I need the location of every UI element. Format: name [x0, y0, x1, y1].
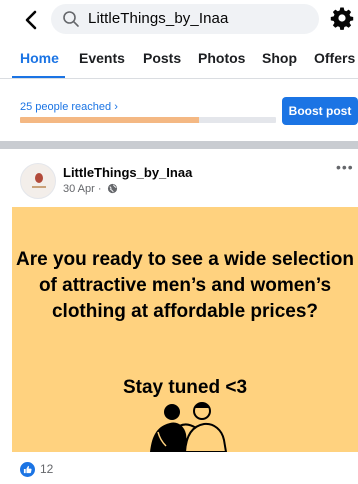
boost-post-button[interactable]: Boost post: [282, 97, 358, 125]
search-query[interactable]: LittleThings_by_Inaa: [88, 10, 228, 27]
post-image-headline: Are you ready to see a wide selection of…: [16, 249, 354, 322]
tab-events[interactable]: Events: [79, 50, 125, 66]
section-separator: [0, 141, 358, 149]
tab-photos[interactable]: Photos: [198, 50, 245, 66]
search-icon: [63, 11, 79, 27]
post-date: 30 Apr ·: [63, 183, 102, 195]
tab-offers[interactable]: Offers: [314, 50, 355, 66]
tab-posts[interactable]: Posts: [143, 50, 181, 66]
people-reached-link[interactable]: 25 people reached ›: [20, 101, 118, 113]
reactions-summary[interactable]: 12: [20, 461, 53, 477]
post-meta: 30 Apr ·: [63, 183, 118, 195]
like-icon: [20, 461, 35, 477]
tabs-divider: [0, 78, 358, 79]
page-tabs: Home Events Posts Photos Shop Offers: [0, 42, 358, 78]
tab-home[interactable]: Home: [20, 50, 59, 66]
page-name[interactable]: LittleThings_by_Inaa: [63, 165, 192, 180]
back-arrow-icon[interactable]: [20, 8, 44, 32]
reach-progress-fill: [20, 117, 200, 123]
tab-shop[interactable]: Shop: [262, 50, 297, 66]
post-header: LittleThings_by_Inaa 30 Apr · •••: [0, 149, 358, 207]
gear-icon[interactable]: [330, 6, 354, 30]
avatar[interactable]: [20, 163, 56, 199]
avatar-logo-icon: [32, 173, 46, 188]
top-bar: LittleThings_by_Inaa: [0, 0, 358, 40]
globe-icon: [107, 183, 117, 194]
more-icon[interactable]: •••: [336, 159, 358, 175]
search-bar[interactable]: LittleThings_by_Inaa: [51, 4, 319, 34]
couple-illustration: [150, 402, 228, 452]
like-count: 12: [40, 462, 54, 476]
reach-progress-bar: [20, 117, 276, 123]
post-image[interactable]: Are you ready to see a wide selection of…: [12, 207, 358, 452]
